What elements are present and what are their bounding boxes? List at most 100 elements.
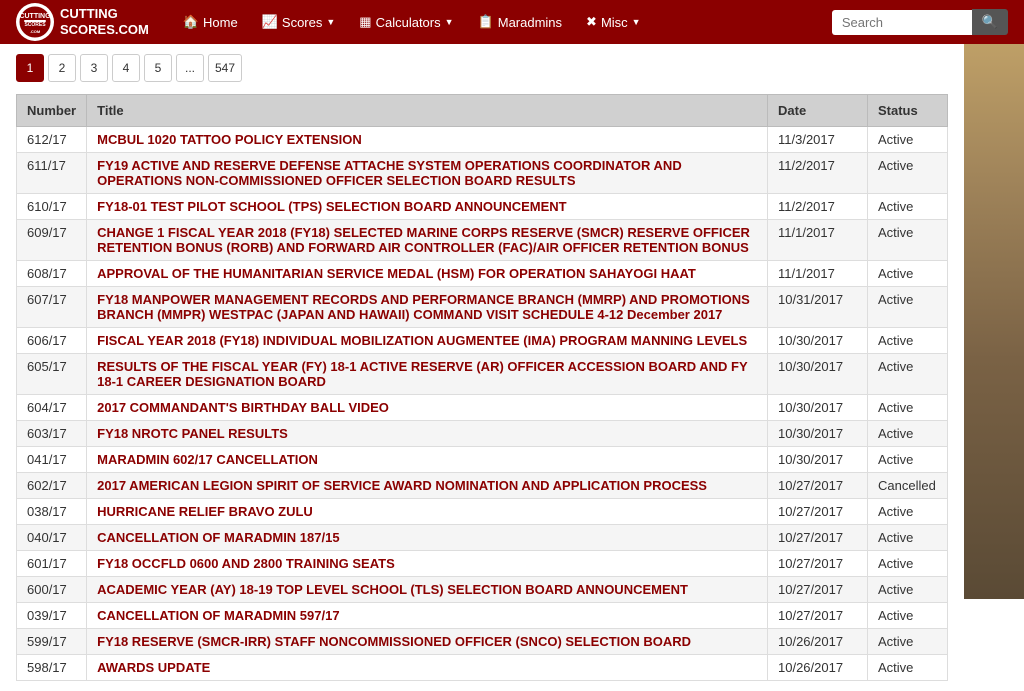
cell-status: Active — [868, 127, 948, 153]
cell-title: FY19 ACTIVE AND RESERVE DEFENSE ATTACHE … — [87, 153, 768, 194]
cell-date: 11/2/2017 — [768, 194, 868, 220]
cell-date: 10/27/2017 — [768, 473, 868, 499]
table-row: 605/17RESULTS OF THE FISCAL YEAR (FY) 18… — [17, 354, 948, 395]
cell-status: Active — [868, 603, 948, 629]
cell-date: 10/30/2017 — [768, 395, 868, 421]
cell-number: 598/17 — [17, 655, 87, 681]
table-row: 040/17CANCELLATION OF MARADMIN 187/1510/… — [17, 525, 948, 551]
title-link[interactable]: CANCELLATION OF MARADMIN 597/17 — [97, 608, 339, 623]
cell-date: 11/3/2017 — [768, 127, 868, 153]
cell-status: Active — [868, 194, 948, 220]
calculators-caret-icon: ▼ — [445, 17, 454, 27]
cell-date: 10/30/2017 — [768, 447, 868, 473]
title-link[interactable]: FY18 OCCFLD 0600 AND 2800 TRAINING SEATS — [97, 556, 395, 571]
cell-date: 10/27/2017 — [768, 525, 868, 551]
cell-status: Cancelled — [868, 473, 948, 499]
title-link[interactable]: 2017 AMERICAN LEGION SPIRIT OF SERVICE A… — [97, 478, 707, 493]
title-link[interactable]: MCBUL 1020 TATTOO POLICY EXTENSION — [97, 132, 362, 147]
nav-home[interactable]: 🏠 Home — [173, 8, 248, 36]
cell-status: Active — [868, 655, 948, 681]
title-link[interactable]: CHANGE 1 FISCAL YEAR 2018 (FY18) SELECTE… — [97, 225, 750, 255]
cell-title: MARADMIN 602/17 CANCELLATION — [87, 447, 768, 473]
col-title: Title — [87, 95, 768, 127]
cell-number: 611/17 — [17, 153, 87, 194]
cell-number: 038/17 — [17, 499, 87, 525]
title-link[interactable]: RESULTS OF THE FISCAL YEAR (FY) 18-1 ACT… — [97, 359, 747, 389]
cell-status: Active — [868, 629, 948, 655]
title-link[interactable]: FY19 ACTIVE AND RESERVE DEFENSE ATTACHE … — [97, 158, 682, 188]
table-row: 598/17 AWARDS UPDATE 10/26/2017Active — [17, 655, 948, 681]
cell-title: APPROVAL OF THE HUMANITARIAN SERVICE MED… — [87, 261, 768, 287]
home-icon: 🏠 — [183, 14, 199, 30]
pagination-page-1[interactable]: 1 — [16, 54, 44, 82]
pagination-page-2[interactable]: 2 — [48, 54, 76, 82]
pagination-ellipsis: ... — [176, 54, 204, 82]
title-link[interactable]: HURRICANE RELIEF BRAVO ZULU — [97, 504, 313, 519]
cell-title: 2017 COMMANDANT'S BIRTHDAY BALL VIDEO — [87, 395, 768, 421]
search-input[interactable] — [832, 10, 972, 35]
table-row: 610/17 FY18-01 TEST PILOT SCHOOL (TPS) SE… — [17, 194, 948, 220]
cell-status: Active — [868, 525, 948, 551]
search-button[interactable]: 🔍 — [972, 9, 1008, 35]
pagination-page-547[interactable]: 547 — [208, 54, 242, 82]
pagination-page-4[interactable]: 4 — [112, 54, 140, 82]
cell-status: Active — [868, 499, 948, 525]
cell-number: 609/17 — [17, 220, 87, 261]
cell-number: 039/17 — [17, 603, 87, 629]
cell-number: 603/17 — [17, 421, 87, 447]
cell-title: HURRICANE RELIEF BRAVO ZULU — [87, 499, 768, 525]
cell-title: FY18 NROTC PANEL RESULTS — [87, 421, 768, 447]
nav-misc[interactable]: ✖ Misc ▼ — [576, 8, 651, 36]
cell-status: Active — [868, 447, 948, 473]
cell-date: 10/27/2017 — [768, 551, 868, 577]
misc-icon: ✖ — [586, 14, 597, 30]
cell-number: 599/17 — [17, 629, 87, 655]
title-link[interactable]: ACADEMIC YEAR (AY) 18-19 TOP LEVEL SCHOO… — [97, 582, 688, 597]
table-body: 612/17MCBUL 1020 TATTOO POLICY EXTENSION… — [17, 127, 948, 681]
nav-maradmins[interactable]: 📋 Maradmins — [468, 8, 572, 36]
calculators-icon: ▦ — [359, 14, 371, 30]
title-link[interactable]: FY18 NROTC PANEL RESULTS — [97, 426, 288, 441]
svg-text:.COM: .COM — [30, 29, 41, 34]
cell-date: 10/30/2017 — [768, 328, 868, 354]
pagination-page-3[interactable]: 3 — [80, 54, 108, 82]
maradmins-table: Number Title Date Status 612/17MCBUL 102… — [16, 94, 948, 681]
title-link[interactable]: APPROVAL OF THE HUMANITARIAN SERVICE MED… — [97, 266, 696, 281]
title-link[interactable]: AWARDS UPDATE — [97, 660, 210, 675]
search-icon: 🔍 — [982, 14, 998, 29]
table-row: 612/17MCBUL 1020 TATTOO POLICY EXTENSION… — [17, 127, 948, 153]
title-link[interactable]: 2017 COMMANDANT'S BIRTHDAY BALL VIDEO — [97, 400, 389, 415]
table-header: Number Title Date Status — [17, 95, 948, 127]
cell-date: 10/26/2017 — [768, 655, 868, 681]
cell-status: Active — [868, 287, 948, 328]
nav-scores[interactable]: 📈 Scores ▼ — [252, 8, 346, 36]
table-row: 603/17FY18 NROTC PANEL RESULTS10/30/2017… — [17, 421, 948, 447]
title-link[interactable]: FY18-01 TEST PILOT SCHOOL (TPS) SELECTIO… — [97, 199, 566, 214]
table-row: 604/17 2017 COMMANDANT'S BIRTHDAY BALL VI… — [17, 395, 948, 421]
cell-number: 606/17 — [17, 328, 87, 354]
title-link[interactable]: FY18 MANPOWER MANAGEMENT RECORDS AND PER… — [97, 292, 750, 322]
cell-status: Active — [868, 328, 948, 354]
pagination: 12345...547 — [16, 54, 948, 82]
cell-number: 610/17 — [17, 194, 87, 220]
nav-calculators[interactable]: ▦ Calculators ▼ — [349, 8, 463, 36]
cell-number: 604/17 — [17, 395, 87, 421]
title-link[interactable]: CANCELLATION OF MARADMIN 187/15 — [97, 530, 339, 545]
title-link[interactable]: FISCAL YEAR 2018 (FY18) INDIVIDUAL MOBIL… — [97, 333, 747, 348]
title-link[interactable]: MARADMIN 602/17 CANCELLATION — [97, 452, 318, 467]
title-link[interactable]: FY18 RESERVE (SMCR-IRR) STAFF NONCOMMISS… — [97, 634, 691, 649]
cell-status: Active — [868, 354, 948, 395]
col-status: Status — [868, 95, 948, 127]
cell-number: 607/17 — [17, 287, 87, 328]
navbar: CUTTING SCORES .COM CUTTING SCORES.COM 🏠… — [0, 0, 1024, 44]
scores-caret-icon: ▼ — [326, 17, 335, 27]
cell-number: 041/17 — [17, 447, 87, 473]
cell-title: 2017 AMERICAN LEGION SPIRIT OF SERVICE A… — [87, 473, 768, 499]
cell-date: 10/31/2017 — [768, 287, 868, 328]
pagination-page-5[interactable]: 5 — [144, 54, 172, 82]
cell-title: MCBUL 1020 TATTOO POLICY EXTENSION — [87, 127, 768, 153]
site-logo[interactable]: CUTTING SCORES .COM CUTTING SCORES.COM — [16, 3, 149, 41]
misc-caret-icon: ▼ — [632, 17, 641, 27]
logo-emblem: CUTTING SCORES .COM — [16, 3, 54, 41]
cell-status: Active — [868, 395, 948, 421]
